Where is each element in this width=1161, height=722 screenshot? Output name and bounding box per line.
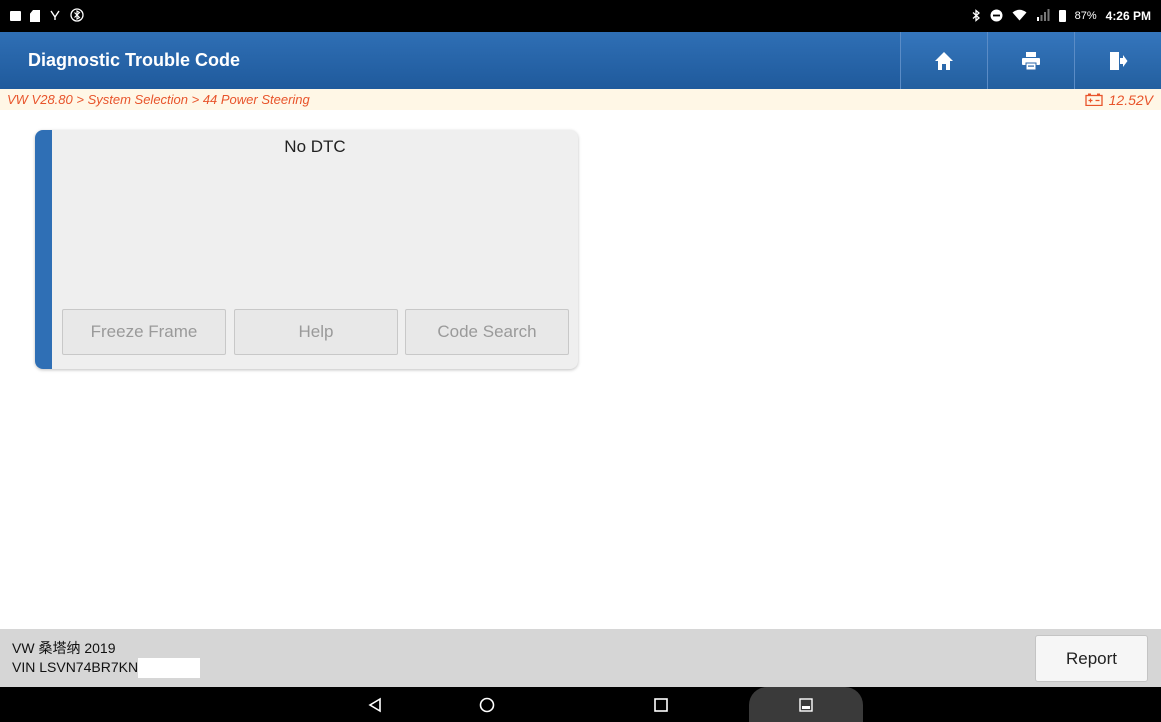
vehicle-footer: VW 桑塔纳 2019 VIN LSVN74BR7KN Report	[0, 629, 1161, 687]
print-icon	[1022, 51, 1040, 70]
page-title: Diagnostic Trouble Code	[28, 50, 241, 70]
sd-card-icon	[30, 10, 40, 22]
screenshot-icon	[799, 697, 813, 712]
image-icon	[10, 11, 21, 21]
recents-button[interactable]	[646, 687, 676, 722]
title-bar: Diagnostic Trouble Code	[0, 32, 1161, 89]
vin-line: VIN LSVN74BR7KN	[12, 658, 201, 679]
wifi-icon	[1012, 9, 1027, 23]
home-circle-icon	[479, 697, 495, 712]
battery-percent: 87%	[1074, 10, 1097, 22]
navigation-bar	[0, 687, 1161, 722]
freeze-frame-button[interactable]: Freeze Frame	[62, 309, 226, 355]
card-accent-bar	[35, 130, 52, 369]
breadcrumb-path: VW V28.80 > System Selection > 44 Power …	[7, 92, 310, 107]
vehicle-model: VW 桑塔纳 2019	[12, 640, 116, 656]
exit-icon	[1110, 51, 1128, 70]
vin-redaction	[138, 658, 201, 679]
vehicle-info: VW 桑塔纳 2019 VIN LSVN74BR7KN	[12, 639, 201, 679]
vin-text: VIN LSVN74BR7KN	[12, 659, 139, 675]
usb-debug-icon	[49, 9, 61, 23]
voltage-indicator: 12.52V	[1084, 91, 1153, 108]
battery-voltage-icon	[1084, 93, 1103, 106]
print-button[interactable]	[987, 32, 1074, 89]
home-nav-button[interactable]	[472, 687, 502, 722]
screenshot-button[interactable]	[749, 687, 863, 722]
report-button[interactable]: Report	[1035, 635, 1148, 682]
bluetooth-icon	[971, 8, 981, 24]
bluetooth-off-icon	[70, 8, 84, 24]
status-bar: 87% 4:26 PM	[0, 0, 1161, 32]
voltage-value: 12.52V	[1108, 91, 1153, 108]
code-search-button[interactable]: Code Search	[405, 309, 569, 355]
clock: 4:26 PM	[1105, 9, 1151, 23]
exit-button[interactable]	[1074, 32, 1161, 89]
dtc-card: No DTC Freeze Frame Help Code Search	[35, 130, 578, 369]
battery-icon	[1058, 10, 1066, 22]
home-button[interactable]	[900, 32, 987, 89]
do-not-disturb-icon	[990, 9, 1003, 24]
signal-icon	[1036, 9, 1050, 23]
status-right: 87% 4:26 PM	[971, 8, 1151, 24]
help-button[interactable]: Help	[234, 309, 398, 355]
breadcrumb: VW V28.80 > System Selection > 44 Power …	[0, 89, 1161, 110]
dtc-status-text: No DTC	[284, 137, 346, 156]
home-icon	[935, 51, 953, 70]
back-button[interactable]	[360, 687, 390, 722]
back-icon	[368, 697, 381, 712]
recents-icon	[654, 697, 668, 712]
status-left	[10, 8, 84, 24]
